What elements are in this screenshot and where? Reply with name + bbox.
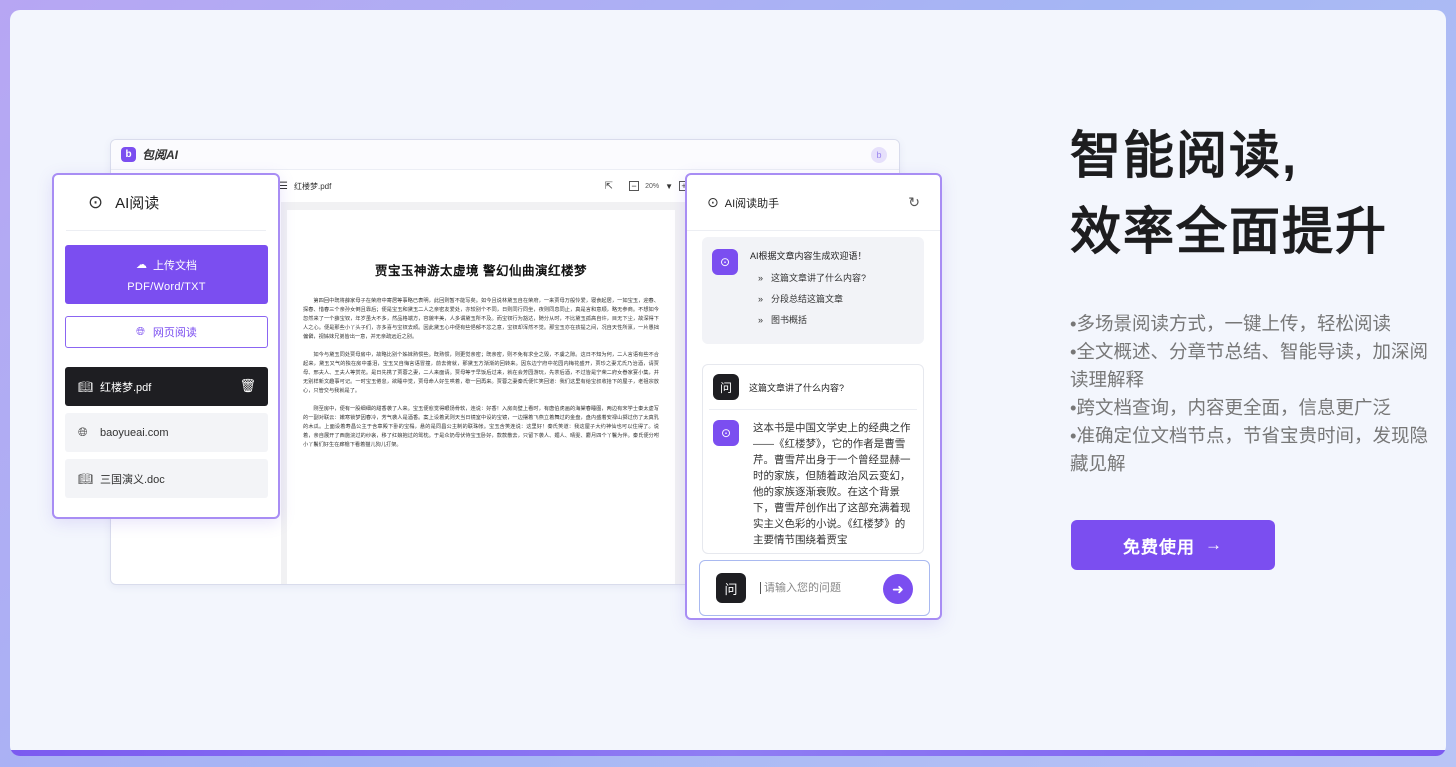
upload-label: 上传文档: [153, 259, 197, 272]
file-name: 三国演义.doc: [100, 473, 165, 486]
trash-icon[interactable]: 🗑︎: [239, 378, 256, 394]
doc-paragraph: 第四回中既将薛家母子在荣府中寄居等事略已表明，此回则暂不能写矣。如今且说林黛玉自…: [303, 298, 659, 340]
feature-item: •准确定位文档节点，节省宝贵时间，发现隐藏见解: [1070, 425, 1428, 474]
question-input[interactable]: [760, 582, 870, 594]
doc-title: 贾宝玉神游太虚境 警幻仙曲演红楼梦: [375, 264, 587, 278]
qa-card: 问 这篇文章讲了什么内容? ⊙ 这本书是中国文学史上的经典之作——《红楼梦》，它…: [702, 364, 924, 554]
ai-chat-icon: ⊙: [713, 420, 739, 446]
welcome-card: ⊙ AI根据文章内容生成欢迎语！ » 这篇文章讲了什么内容? » 分段总结这篇文…: [702, 237, 924, 344]
ai-bot-icon: ⊙: [707, 194, 719, 210]
double-chevron-icon: »: [758, 272, 764, 283]
refresh-icon[interactable]: ↻: [908, 194, 920, 211]
doc-viewer-area[interactable]: 贾宝玉神游太虚境 警幻仙曲演红楼梦 第四回中既将薛家母子在荣府中寄居等事略已表明…: [281, 202, 699, 584]
answer-text: 这本书是中国文学史上的经典之作——《红楼梦》，它的作者是曹雪芹。曹雪芹出身于一个…: [753, 422, 911, 546]
upload-formats: PDF/Word/TXT: [127, 280, 206, 293]
page-frame: b 包阅AI b ☰ 红楼梦.pdf ⇱ − 20% ▼ + 贾宝玉神游太虚境 …: [10, 10, 1446, 756]
book-icon: 📖︎: [78, 471, 94, 486]
doc-paragraph: 如今与黛玉同处贾母房中，故略比别个姊妹熟惯些。既熟惯，则更觉亲密；既亲密，则不免…: [303, 352, 659, 394]
file-list: 📖︎ 红楼梦.pdf 🗑︎ 🌐︎ baoyueai.com 📖︎ 三国演义.do…: [65, 367, 268, 505]
file-item[interactable]: 📖︎ 红楼梦.pdf 🗑︎: [65, 367, 268, 406]
assistant-title: AI阅读助手: [724, 197, 780, 210]
read-panel-header: ⊙ AI阅读: [66, 175, 266, 231]
question-row: 问 这篇文章讲了什么内容?: [709, 365, 917, 410]
doc-toolbar: ☰ 红楼梦.pdf ⇱ − 20% ▼ +: [279, 176, 689, 196]
web-read-button[interactable]: 🌐︎ 网页阅读: [65, 316, 268, 348]
ai-assistant-panel: ⊙ AI阅读助手 ↻ ⊙ AI根据文章内容生成欢迎语！ » 这篇文章讲了什么内容…: [685, 173, 942, 620]
doc-page: 贾宝玉神游太虚境 警幻仙曲演红楼梦 第四回中既将薛家母子在荣府中寄居等事略已表明…: [287, 210, 675, 584]
arrow-right-icon: ➜: [892, 580, 904, 597]
app-titlebar: b 包阅AI: [111, 140, 899, 170]
ai-chat-icon: ⊙: [712, 249, 738, 275]
file-name: baoyueai.com: [100, 426, 169, 439]
cloud-upload-icon: ☁: [136, 259, 147, 271]
chat-input-box: 问 ➜: [699, 560, 930, 616]
feature-list: •多场景阅读方式，一键上传，轻松阅读 •全文概述、分章节总结、智能导读，加深阅读…: [1070, 310, 1430, 478]
question-text: 这篇文章讲了什么内容?: [749, 382, 845, 393]
open-external-icon[interactable]: ⇱: [605, 181, 613, 192]
doc-paragraph: 刚至房中，便有一股细细的甜香袭了人来。宝玉便愈觉得眼饧骨软，连说：好香！入房向壁…: [303, 406, 659, 448]
double-chevron-icon: »: [758, 314, 764, 325]
ai-read-panel: ⊙ AI阅读 ☁ 上传文档 PDF/Word/TXT 🌐︎ 网页阅读 📖︎ 红楼…: [52, 173, 280, 519]
cta-label: 免费使用: [1123, 537, 1195, 557]
doc-file-name: 红楼梦.pdf: [293, 181, 332, 191]
feature-item: •全文概述、分章节总结、智能导读，加深阅读理解释: [1070, 341, 1428, 390]
suggestion-item[interactable]: » 这篇文章讲了什么内容?: [758, 271, 914, 284]
ai-bot-icon: ⊙: [88, 192, 104, 212]
suggestion-text: 图书概括: [771, 315, 808, 325]
hero-title-line: 效率全面提升: [1070, 203, 1389, 260]
hero-title-line: 智能阅读,: [1070, 127, 1299, 184]
zoom-dropdown-icon[interactable]: ▼: [665, 182, 673, 191]
web-read-label: 网页阅读: [152, 327, 197, 339]
hero-title: 智能阅读, 效率全面提升: [1070, 118, 1388, 270]
question-icon: 问: [716, 573, 746, 603]
free-use-button[interactable]: 免费使用 →: [1071, 520, 1275, 570]
user-avatar[interactable]: b: [871, 147, 887, 163]
feature-item: •跨文档查询，内容更全面，信息更广泛: [1070, 397, 1391, 418]
file-name: 红楼梦.pdf: [100, 381, 152, 394]
feature-item: •多场景阅读方式，一键上传，轻松阅读: [1070, 313, 1391, 334]
suggestion-item[interactable]: » 分段总结这篇文章: [758, 292, 914, 305]
outline-list-icon[interactable]: ☰: [279, 181, 288, 192]
welcome-text: AI根据文章内容生成欢迎语！: [750, 251, 867, 261]
suggestion-item[interactable]: » 图书概括: [758, 313, 914, 326]
read-panel-title: AI阅读: [115, 195, 160, 212]
question-icon: 问: [713, 374, 739, 400]
send-button[interactable]: ➜: [883, 574, 913, 604]
app-name: 包阅AI: [142, 148, 179, 162]
zoom-out-button[interactable]: −: [629, 181, 640, 191]
zoom-level: 20%: [645, 182, 660, 190]
answer-row: ⊙ 这本书是中国文学史上的经典之作——《红楼梦》，它的作者是曹雪芹。曹雪芹出身于…: [703, 410, 923, 548]
suggestion-text: 这篇文章讲了什么内容?: [771, 273, 867, 283]
file-item[interactable]: 📖︎ 三国演义.doc: [65, 459, 268, 498]
suggestion-text: 分段总结这篇文章: [771, 294, 844, 304]
arrow-right-icon: →: [1205, 535, 1223, 554]
assistant-header: ⊙ AI阅读助手 ↻: [687, 175, 940, 231]
app-logo-icon: b: [121, 147, 136, 162]
file-item[interactable]: 🌐︎ baoyueai.com: [65, 413, 268, 452]
globe-icon: 🌐︎: [78, 425, 88, 439]
book-icon: 📖︎: [78, 379, 94, 394]
globe-icon: 🌐︎: [136, 325, 145, 338]
upload-document-button[interactable]: ☁ 上传文档 PDF/Word/TXT: [65, 245, 268, 304]
double-chevron-icon: »: [758, 293, 764, 304]
